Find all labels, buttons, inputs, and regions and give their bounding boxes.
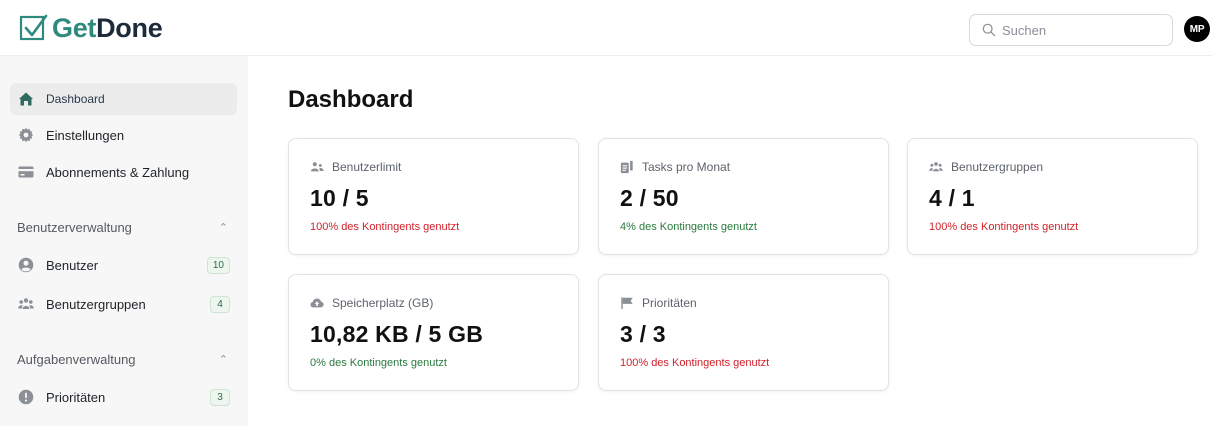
- section-title: Aufgabenverwaltung: [17, 351, 136, 367]
- usage-note: 100% des Kontingents genutzt: [310, 221, 460, 233]
- chevron-up-icon[interactable]: ⌃: [219, 221, 228, 234]
- gear-icon: [18, 127, 34, 143]
- stat-card-benutzergruppen: Benutzergruppen 4 / 1 100% des Kontingen…: [907, 138, 1198, 255]
- card-label: Benutzerlimit: [310, 160, 401, 174]
- card-label-text: Tasks pro Monat: [642, 160, 731, 174]
- section-aufgabenverwaltung[interactable]: Aufgabenverwaltung ⌃: [17, 349, 231, 369]
- card-label: Prioritäten: [620, 296, 697, 310]
- usage-note: 100% des Kontingents genutzt: [620, 357, 770, 369]
- page-title: Dashboard: [288, 86, 414, 113]
- count-badge: 3: [210, 388, 230, 406]
- card-value: 2 / 50: [620, 185, 679, 211]
- brand-name-done: Done: [96, 13, 163, 43]
- chevron-up-icon[interactable]: ⌃: [219, 353, 228, 366]
- card-value: 10 / 5: [310, 185, 369, 211]
- card-label: Benutzergruppen: [929, 160, 1043, 174]
- sidebar-item-label: Abonnements & Zahlung: [46, 164, 190, 180]
- sidebar: Dashboard Einstellungen Abonnements & Za…: [0, 56, 248, 426]
- card-value: 10,82 KB / 5 GB: [310, 321, 484, 347]
- cloud-upload-icon: [310, 298, 324, 308]
- alert-circle-icon: [18, 389, 34, 405]
- card-label-text: Benutzergruppen: [951, 160, 1044, 174]
- brand-logo[interactable]: GetDone: [19, 12, 163, 44]
- sidebar-item-einstellungen[interactable]: Einstellungen: [10, 119, 237, 151]
- search-icon: [982, 23, 996, 37]
- group-icon: [929, 162, 943, 172]
- card-value: 3 / 3: [620, 321, 666, 347]
- sidebar-item-label: Benutzergruppen: [46, 296, 146, 312]
- sidebar-item-label: Einstellungen: [46, 127, 125, 143]
- usage-note: 4% des Kontingents genutzt: [620, 221, 757, 233]
- sidebar-item-label: Prioritäten: [46, 389, 106, 405]
- sidebar-item-prioritaeten[interactable]: Prioritäten 3: [10, 381, 237, 413]
- user-icon: [18, 257, 34, 273]
- sidebar-item-label: Dashboard: [46, 92, 105, 106]
- card-label-text: Prioritäten: [642, 296, 697, 310]
- users-icon: [310, 162, 324, 172]
- count-badge: 10: [206, 256, 230, 274]
- sidebar-item-benutzergruppen[interactable]: Benutzergruppen 4: [10, 288, 237, 320]
- top-bar: GetDone MP: [0, 0, 1212, 56]
- search-input[interactable]: [1002, 22, 1162, 38]
- flag-icon: [621, 297, 633, 310]
- users-icon: [18, 296, 34, 312]
- stat-card-prioritaeten: Prioritäten 3 / 3 100% des Kontingents g…: [598, 274, 889, 391]
- stat-card-tasks: Tasks pro Monat 2 / 50 4% des Kontingent…: [598, 138, 889, 255]
- user-avatar[interactable]: MP: [1184, 16, 1210, 42]
- card-label: Speicherplatz (GB): [310, 296, 433, 310]
- stat-card-benutzerlimit: Benutzerlimit 10 / 5 100% des Kontingent…: [288, 138, 579, 255]
- card-label-text: Speicherplatz (GB): [332, 296, 434, 310]
- sidebar-item-benutzer[interactable]: Benutzer 10: [10, 249, 237, 281]
- section-benutzerverwaltung[interactable]: Benutzerverwaltung ⌃: [17, 217, 231, 237]
- count-badge: 4: [210, 295, 230, 313]
- home-icon: [18, 91, 34, 107]
- tasks-icon: [620, 160, 633, 174]
- section-title: Benutzerverwaltung: [17, 219, 132, 235]
- usage-note: 0% des Kontingents genutzt: [310, 357, 447, 369]
- brand-name-get: Get: [52, 13, 97, 43]
- sidebar-item-abonnements[interactable]: Abonnements & Zahlung: [10, 156, 237, 188]
- sidebar-item-dashboard[interactable]: Dashboard: [10, 83, 237, 115]
- brand-name: GetDone: [52, 12, 163, 44]
- stat-card-speicherplatz: Speicherplatz (GB) 10,82 KB / 5 GB 0% de…: [288, 274, 579, 391]
- card-label: Tasks pro Monat: [620, 160, 730, 174]
- card-label-text: Benutzerlimit: [332, 160, 402, 174]
- usage-note: 100% des Kontingents genutzt: [929, 221, 1079, 233]
- card-value: 4 / 1: [929, 185, 975, 211]
- credit-card-icon: [18, 164, 34, 180]
- sidebar-item-label: Benutzer: [46, 257, 99, 273]
- checkbox-logo-icon: [19, 14, 48, 41]
- search-box[interactable]: [969, 14, 1173, 46]
